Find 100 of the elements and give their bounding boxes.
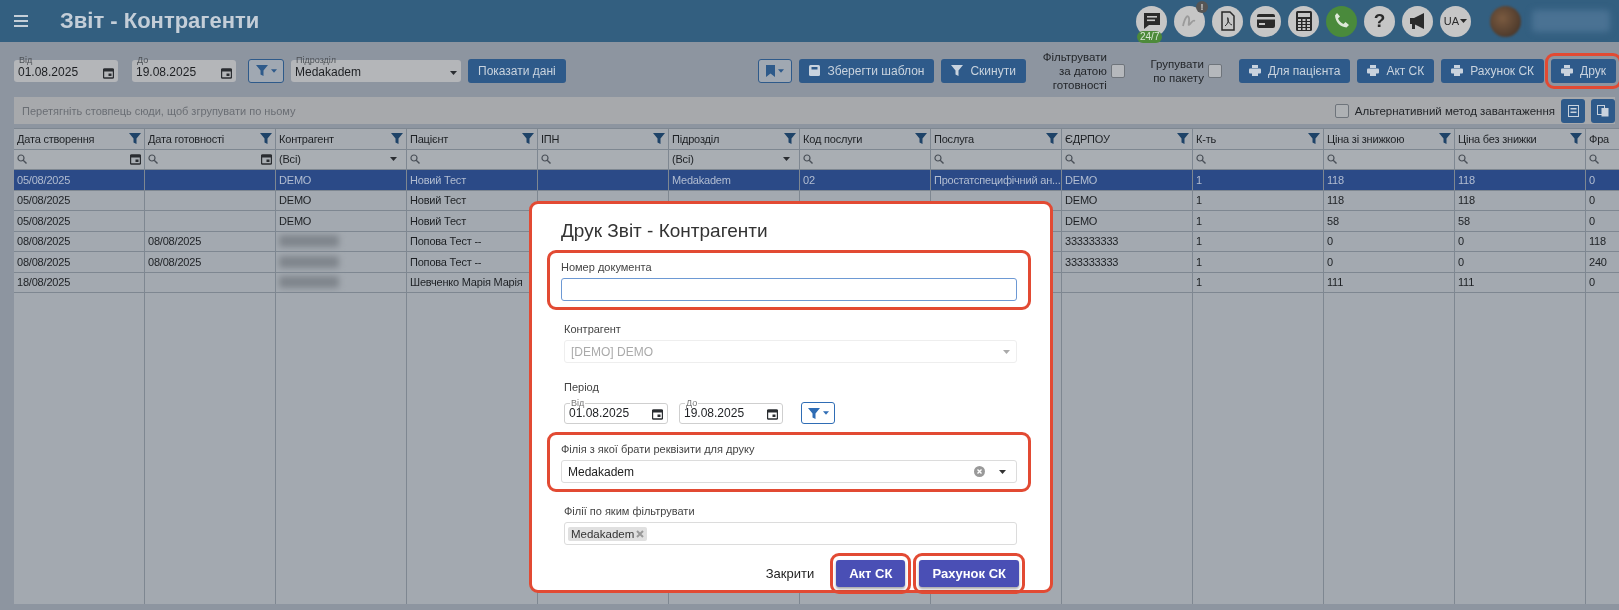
column-title: Послуга (934, 132, 974, 145)
filter-icon[interactable] (784, 133, 796, 145)
field-label: Філія з якої брати реквізити для друку (561, 443, 755, 455)
printer-icon (1367, 65, 1380, 76)
page-title: Звіт - Контрагенти (60, 8, 260, 34)
branch-select[interactable]: Medakadem (561, 460, 1017, 483)
save-icon (809, 65, 821, 76)
print-button[interactable]: Рахунок СК (1441, 58, 1545, 83)
table-cell: Новий Тест (407, 170, 538, 191)
filter-field[interactable] (1193, 149, 1324, 170)
reset-button[interactable]: Скинути (941, 58, 1026, 83)
table-cell: 118 (1455, 170, 1586, 191)
filter-icon[interactable] (1177, 133, 1189, 145)
printer-icon (1561, 65, 1574, 76)
table-cell: 118 (1455, 190, 1586, 211)
search-icon (934, 154, 944, 165)
filter-field[interactable] (538, 149, 669, 170)
filter-icon[interactable] (260, 133, 272, 145)
show-data-button[interactable]: Показати дані (468, 58, 566, 83)
pdf-button[interactable] (1212, 5, 1243, 37)
column-title: Контрагент (279, 132, 334, 145)
phone-icon (1332, 12, 1351, 30)
calendar-icon[interactable] (221, 67, 232, 79)
checkbox[interactable] (1334, 103, 1349, 118)
filter-icon[interactable] (129, 133, 141, 145)
close-button[interactable]: Закрити (757, 566, 823, 581)
calendar-icon[interactable] (261, 153, 272, 165)
table-cell: 333333333 (1062, 231, 1193, 252)
table-cell: 118 (1586, 231, 1619, 252)
print-button[interactable]: Для пацієнта (1238, 58, 1351, 83)
table-cell: 0 (1586, 170, 1619, 191)
print-button[interactable]: Друк (1551, 58, 1616, 83)
search-icon (1196, 154, 1206, 165)
card-button[interactable] (1250, 5, 1281, 37)
print-button[interactable]: Акт СК (1357, 58, 1435, 83)
save-template-button[interactable]: Зберегти шаблон (799, 58, 935, 83)
table-cell: 0 (1586, 211, 1619, 232)
announcement-button[interactable] (1402, 5, 1433, 37)
calculator-button[interactable] (1288, 5, 1319, 37)
filter-dropdown[interactable]: (Всі) (669, 149, 800, 170)
call-button[interactable] (1326, 5, 1357, 37)
filter-field[interactable] (1324, 149, 1455, 170)
table-cell: Medakadem (669, 170, 800, 191)
language-button[interactable]: UA (1440, 5, 1471, 37)
caret-icon (1460, 19, 1468, 23)
table-cell: 0 (1324, 252, 1455, 273)
filter-icon[interactable] (1308, 133, 1320, 145)
column-title: К-ть (1196, 132, 1217, 145)
field-label: До (685, 397, 699, 408)
caret-icon (783, 157, 790, 162)
filter-field[interactable] (407, 149, 538, 170)
spreadsheet-icon (1567, 104, 1579, 117)
checkbox[interactable] (1207, 63, 1222, 78)
menu-icon[interactable] (14, 15, 28, 27)
filter-dropdown[interactable]: (Всі) (276, 149, 407, 170)
table-cell: 05/08/2025 (14, 190, 145, 211)
print-button[interactable]: Акт СК (836, 560, 906, 587)
filter-icon[interactable] (391, 133, 403, 145)
filter-dropdown-button[interactable] (248, 58, 284, 83)
calendar-icon[interactable] (652, 408, 663, 420)
pdf-icon (1218, 11, 1237, 31)
caret-icon (778, 68, 785, 73)
search-icon (803, 154, 813, 165)
table-cell: DEMO (1062, 190, 1193, 211)
date-field[interactable]: До 19.08.2025 (132, 59, 236, 82)
filter-icon[interactable] (1046, 133, 1058, 145)
help-button[interactable]: ? (1364, 5, 1395, 37)
filter-field[interactable] (1062, 149, 1193, 170)
calendar-icon[interactable] (130, 153, 141, 165)
caret-icon (390, 157, 397, 162)
table-cell: 08/08/2025 (145, 252, 276, 273)
clear-icon[interactable] (974, 466, 985, 477)
branches-multiselect[interactable]: Medakadem (564, 522, 1017, 545)
filter-icon[interactable] (653, 133, 665, 145)
calendar-icon[interactable] (103, 67, 114, 79)
input-field[interactable] (561, 278, 1017, 301)
filter-field[interactable] (800, 149, 931, 170)
bookmark-dropdown-button[interactable] (758, 58, 793, 83)
print-button[interactable]: Рахунок СК (919, 560, 1019, 587)
columns-button[interactable] (1591, 98, 1615, 123)
export-button[interactable] (1561, 98, 1585, 123)
table-cell: 111 (1455, 272, 1586, 293)
filter-icon[interactable] (1570, 133, 1582, 145)
table-cell: 118 (1324, 170, 1455, 191)
filter-field[interactable] (931, 149, 1062, 170)
search-icon (1458, 154, 1468, 165)
table-cell: 1 (1193, 252, 1324, 273)
filter-dropdown-button[interactable] (801, 402, 835, 424)
checkbox[interactable] (1110, 63, 1125, 78)
table-cell: 1 (1193, 272, 1324, 293)
filter-icon[interactable] (522, 133, 534, 145)
filter-field[interactable] (14, 149, 145, 170)
calendar-icon[interactable] (767, 408, 778, 420)
column-title: Дата створення (17, 132, 95, 145)
table-cell: DEMO (276, 170, 407, 191)
filter-icon[interactable] (1439, 133, 1451, 145)
search-icon (1589, 154, 1599, 165)
filter-field[interactable] (1455, 149, 1586, 170)
filter-field[interactable] (145, 149, 276, 170)
filter-icon[interactable] (915, 133, 927, 145)
